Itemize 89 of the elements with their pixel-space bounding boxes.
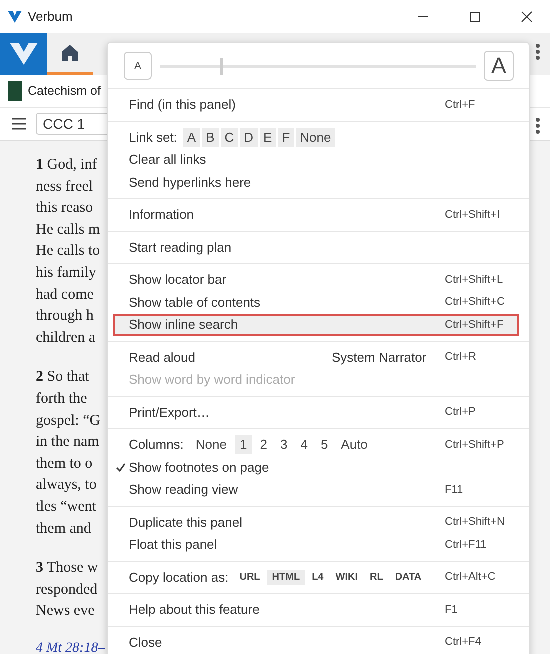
panel-title: Catechism of [28,84,101,98]
option-chip[interactable]: 3 [275,435,293,454]
narrator-value: System Narrator [332,350,427,365]
slider-thumb[interactable] [220,58,224,74]
text-line: He calls to [36,242,100,262]
link-set-option[interactable]: C [220,128,238,147]
menu-item[interactable]: Show locator bar Ctrl+Shift+L [113,268,519,291]
shortcut-text: Ctrl+Shift+C [445,296,505,308]
shortcut-text: Ctrl+Shift+P [445,438,504,451]
text-line: always, to [36,476,97,496]
shortcut-text: Ctrl+Shift+N [445,516,505,528]
menu-item[interactable]: Float this panel Ctrl+F11 [113,534,519,556]
link-set-option[interactable]: F [278,128,294,147]
text-line: responded [36,580,98,600]
option-chip[interactable]: RL [364,570,388,585]
larger-font-button[interactable]: A [484,51,514,81]
footnote-link[interactable]: 4 Mt 28:18– [36,640,107,654]
text-line: forth the [36,390,88,409]
menu-item[interactable]: Show footnotes on page [113,456,519,478]
text-line: his family [36,264,96,283]
text-line: this reaso [36,199,94,218]
text-line: through h [36,307,94,326]
menu-item[interactable]: Read aloud System Narrator Ctrl+R [113,346,519,368]
menu-item[interactable]: Find (in this panel) Ctrl+F [113,94,519,116]
shortcut-text: Ctrl+Alt+C [445,571,496,584]
menu-item[interactable]: Clear all links [113,148,519,171]
menu-item[interactable]: Send hyperlinks here [113,171,519,194]
option-chip[interactable]: DATA [390,570,427,585]
shortcut-text: Ctrl+F4 [445,636,482,648]
shortcut-text: F1 [445,604,458,616]
more-icon[interactable] [536,44,540,60]
text-line: 2 So that [36,368,90,388]
shortcut-text: Ctrl+F [445,98,476,111]
menu-item[interactable]: Print/Export… Ctrl+P [113,401,519,424]
text-line: 3 Those w [36,559,98,578]
text-line: ness freel [36,178,94,197]
link-set-option[interactable]: B [202,128,219,147]
option-chip[interactable]: URL [234,570,266,585]
menu-item[interactable]: Show inline search Ctrl+Shift+F [113,314,519,336]
option-label: Copy location as: [129,570,229,585]
text-line: He calls m [36,220,100,240]
home-icon [61,44,79,62]
option-chip[interactable]: HTML [267,570,306,585]
link-set-option[interactable]: D [240,128,258,147]
text-line: in the nam [36,433,100,452]
text-line: them to o [36,454,93,474]
menu-item[interactable]: Start reading plan [113,236,519,258]
text-line: had come [36,286,94,305]
app-logo[interactable] [0,33,47,75]
text-line: 1 God, inf [36,156,98,175]
text-line: News eve [36,602,95,622]
shortcut-text: Ctrl+Shift+F [445,318,504,331]
text-line: gospel: “G [36,412,101,431]
text-line: tles “went [36,498,96,517]
option-chip[interactable]: 2 [255,435,272,454]
shortcut-text: F11 [445,484,464,496]
option-chip[interactable]: WIKI [330,570,363,585]
shortcut-text: Ctrl+Shift+I [445,208,500,221]
option-chip[interactable]: L4 [307,570,329,585]
smaller-font-button[interactable]: A [124,52,152,80]
text-line: them and [36,520,92,538]
book-cover-icon [8,81,22,101]
app-logo-icon [8,10,22,22]
maximize-icon[interactable] [469,10,481,22]
menu-item[interactable]: Close Ctrl+F4 [113,631,519,654]
menu-item[interactable]: Information Ctrl+Shift+I [113,204,519,226]
option-chip[interactable]: None [190,435,232,454]
option-chip[interactable]: 4 [296,435,313,454]
link-set-option[interactable]: A [183,128,200,147]
menu-item[interactable]: Show table of contents Ctrl+Shift+C [113,291,519,314]
option-chip[interactable]: Auto [336,435,373,454]
option-chip[interactable]: 1 [235,435,252,454]
check-icon [116,462,126,472]
menu-item[interactable]: Duplicate this panel Ctrl+Shift+N [113,511,519,534]
close-icon[interactable] [521,10,533,22]
shortcut-text: Ctrl+R [445,351,476,364]
shortcut-text: Ctrl+Shift+L [445,274,504,286]
option-chip[interactable]: 5 [316,435,334,454]
text-line: children a [36,328,96,348]
shortcut-text: Ctrl+F11 [445,538,487,551]
more-icon[interactable] [536,118,540,134]
menu-item[interactable]: Show reading view F11 [113,478,519,501]
shortcut-text: Ctrl+P [445,406,476,418]
link-set-option[interactable]: None [296,128,336,147]
option-label: Columns: [129,437,184,452]
link-set-option[interactable]: E [260,128,276,147]
window-title: Verbum [28,9,74,24]
menu-icon[interactable] [12,118,26,130]
menu-item[interactable]: Help about this feature F1 [113,598,519,621]
